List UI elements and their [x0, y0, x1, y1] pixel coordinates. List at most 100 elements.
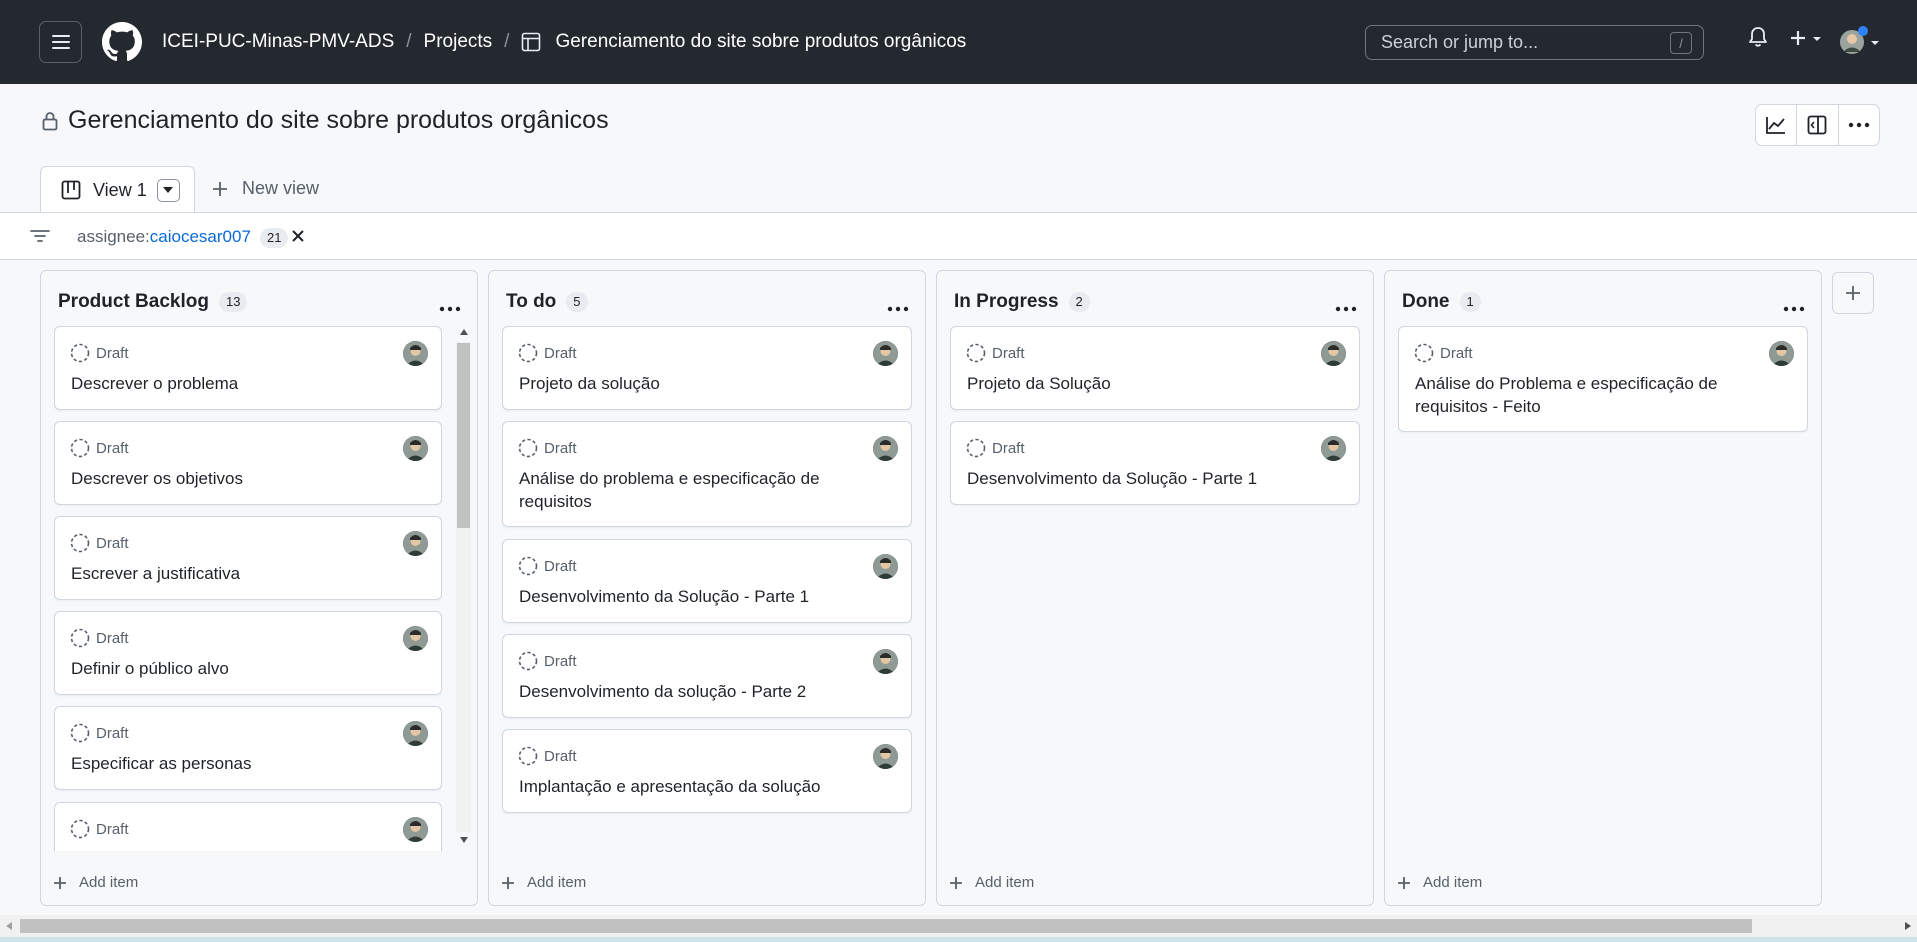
card-title[interactable]: Descrever os objetivos [71, 467, 421, 490]
backlog-scrollbar[interactable] [454, 325, 473, 850]
draft-card[interactable]: Draft Desenvolvimento da Solução - Parte … [950, 421, 1360, 505]
assignee-avatar[interactable] [403, 531, 428, 556]
filter-icon[interactable] [30, 228, 50, 249]
card-title[interactable]: Definir o público alvo [71, 657, 421, 680]
assignee-avatar[interactable] [873, 341, 898, 366]
insights-button[interactable] [1756, 105, 1798, 145]
board-column: To do 5 Draft Projeto da solução Draft Anális… [488, 270, 926, 906]
assignee-avatar[interactable] [873, 436, 898, 461]
card-title[interactable]: Projeto da Solução [967, 372, 1339, 395]
filter-key: assignee: [77, 227, 150, 246]
scroll-up-arrow-icon[interactable] [460, 329, 468, 335]
project-toolbar [1755, 104, 1880, 146]
kebab-horizontal-icon [1783, 306, 1805, 312]
side-panel-button[interactable] [1797, 105, 1839, 145]
draft-card[interactable]: Draft Descrever os objetivos [54, 421, 442, 505]
user-avatar-menu[interactable] [1838, 26, 1880, 61]
assignee-avatar[interactable] [1321, 341, 1346, 366]
assignee-avatar[interactable] [403, 341, 428, 366]
add-item-button[interactable]: Add item [501, 874, 586, 891]
assignee-avatar[interactable] [403, 436, 428, 461]
card-title[interactable]: Desenvolvimento da Solução - Parte 1 [967, 467, 1339, 490]
column-item-count: 13 [218, 292, 248, 312]
project-more-button[interactable] [1839, 105, 1879, 145]
draft-card[interactable]: Draft Projeto da solução [502, 326, 912, 410]
filter-query-input[interactable]: assignee:caiocesar007 [77, 227, 251, 247]
column-item-count: 2 [1068, 292, 1090, 312]
column-menu-button[interactable] [1783, 299, 1805, 317]
draft-card[interactable]: Draft Desenvolvimento da Solução - Parte … [502, 539, 912, 623]
column-menu-button[interactable] [439, 299, 461, 317]
bell-icon[interactable] [1748, 26, 1768, 53]
new-view-button[interactable]: New view [212, 178, 319, 199]
add-item-button[interactable]: Add item [949, 874, 1034, 891]
search-shortcut-key: / [1670, 32, 1692, 54]
card-title[interactable]: Descrever o problema [71, 372, 421, 395]
add-item-button[interactable]: Add item [53, 874, 138, 891]
assignee-avatar[interactable] [403, 626, 428, 651]
status-label: Draft [96, 724, 129, 742]
breadcrumb-separator: / [406, 31, 412, 52]
add-item-button[interactable]: Add item [1397, 874, 1482, 891]
card-title[interactable]: Projeto da solução [519, 372, 891, 395]
column-menu-button[interactable] [887, 299, 909, 317]
card-title[interactable]: Especificar as personas [71, 752, 421, 775]
draft-card[interactable]: Draft Escrever a justificativa [54, 516, 442, 600]
assignee-avatar[interactable] [403, 721, 428, 746]
scroll-right-arrow-icon[interactable] [1905, 922, 1911, 930]
clear-filter-button[interactable] [291, 229, 305, 248]
draft-card[interactable]: Draft Descrever o problema [54, 326, 442, 410]
status-label: Draft [544, 557, 577, 575]
assignee-avatar[interactable] [873, 649, 898, 674]
github-logo-icon[interactable] [102, 22, 142, 62]
close-icon [292, 230, 304, 242]
add-column-button[interactable] [1832, 272, 1874, 314]
breadcrumb-projects[interactable]: Projects [424, 31, 493, 53]
card-title[interactable]: Escrever a justificativa [71, 562, 421, 585]
card-title[interactable]: Desenvolvimento da Solução - Parte 1 [519, 585, 891, 608]
scroll-left-arrow-icon[interactable] [6, 922, 12, 930]
column-item-count: 5 [566, 292, 588, 312]
breadcrumb-project-name[interactable]: Gerenciamento do site sobre produtos org… [555, 31, 966, 53]
assignee-avatar[interactable] [1769, 341, 1794, 366]
draft-card[interactable]: Draft Análise do problema e especificação… [502, 421, 912, 527]
scroll-down-arrow-icon[interactable] [460, 837, 468, 843]
status-label: Draft [544, 344, 577, 362]
horizontal-scrollbar[interactable] [0, 915, 1917, 937]
column-menu-button[interactable] [1335, 299, 1357, 317]
draft-card[interactable]: Draft Análise do Problema e especificação… [1398, 326, 1808, 432]
draft-card[interactable]: Draft [54, 802, 442, 851]
window-bottom-edge [0, 937, 1917, 942]
card-list: Draft Projeto da Solução Draft Desenvolvime… [950, 326, 1360, 851]
assignee-avatar[interactable] [1321, 436, 1346, 461]
draft-card[interactable]: Draft Projeto da Solução [950, 326, 1360, 410]
column-header: In Progress 2 [954, 291, 1090, 313]
draft-card[interactable]: Draft Implantação e apresentação da soluç… [502, 729, 912, 813]
search-input[interactable]: Search or jump to... / [1365, 25, 1704, 60]
draft-card[interactable]: Draft Especificar as personas [54, 706, 442, 790]
column-header: Done 1 [1402, 291, 1481, 313]
lock-icon [42, 111, 58, 130]
create-new-dropdown[interactable] [1790, 30, 1824, 53]
scroll-thumb[interactable] [20, 919, 1752, 933]
tab-view-1[interactable]: View 1 [40, 166, 195, 213]
draft-card[interactable]: Draft Definir o público alvo [54, 611, 442, 695]
card-title[interactable]: Análise do problema e especificação de r… [519, 467, 891, 513]
menu-button[interactable] [39, 21, 82, 63]
draft-circle-icon [70, 343, 90, 363]
card-title[interactable]: Implantação e apresentação da solução [519, 775, 891, 798]
assignee-avatar[interactable] [873, 554, 898, 579]
filter-result-count: 21 [260, 228, 289, 248]
kebab-horizontal-icon [1848, 122, 1870, 128]
card-status: Draft [518, 651, 577, 671]
assignee-avatar[interactable] [873, 744, 898, 769]
breadcrumb-org[interactable]: ICEI-PUC-Minas-PMV-ADS [162, 31, 394, 53]
card-title[interactable]: Desenvolvimento da solução - Parte 2 [519, 680, 891, 703]
card-status: Draft [966, 343, 1025, 363]
view-options-button[interactable] [156, 178, 180, 202]
card-title[interactable]: Análise do Problema e especificação de r… [1415, 372, 1787, 418]
draft-card[interactable]: Draft Desenvolvimento da solução - Parte … [502, 634, 912, 718]
draft-circle-icon [70, 628, 90, 648]
assignee-avatar[interactable] [403, 817, 428, 842]
scroll-thumb[interactable] [457, 343, 470, 528]
